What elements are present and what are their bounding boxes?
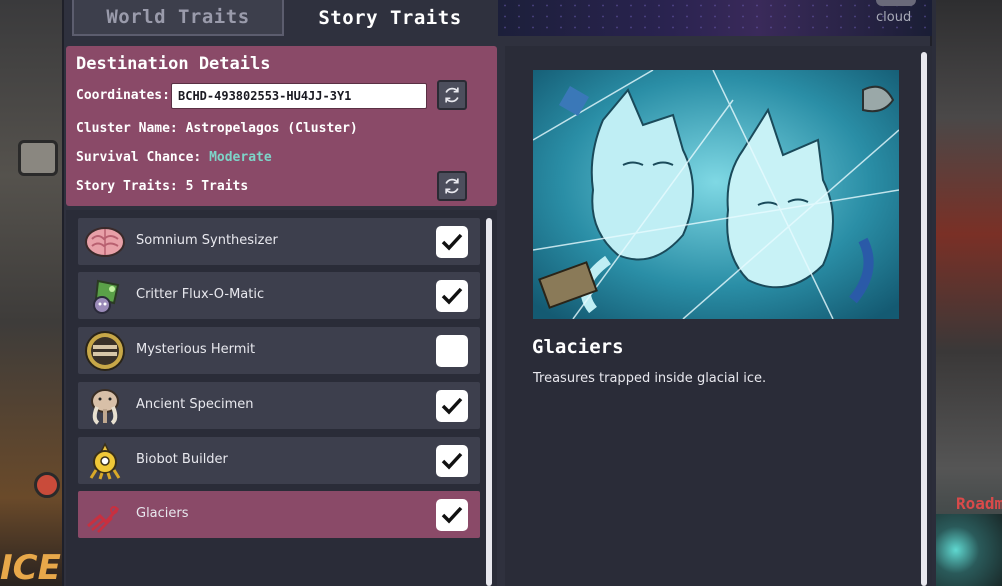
critter-icon [84, 275, 126, 317]
trait-label: Glaciers [136, 506, 189, 521]
traits-list: Somnium Synthesizer Critter Flux-O-Matic [66, 210, 497, 586]
trait-checkbox[interactable] [436, 445, 468, 477]
trait-checkbox[interactable] [436, 499, 468, 531]
checkmark-icon [441, 452, 463, 470]
tab-bar: World Traits Story Traits [72, 0, 500, 36]
cloud-banner: cloud [498, 0, 932, 36]
survival-chance: Survival Chance: Moderate [76, 150, 272, 165]
coordinates-input[interactable]: BCHD-493802553-HU4JJ-3Y1 [171, 83, 427, 109]
trait-checkbox[interactable] [436, 226, 468, 258]
trait-row-ancient-specimen[interactable]: Ancient Specimen [78, 382, 480, 429]
trait-label: Somnium Synthesizer [136, 233, 278, 248]
cloud-label: cloud [876, 10, 912, 25]
glacier-illustration [533, 70, 899, 319]
trait-row-glaciers[interactable]: Glaciers [78, 491, 480, 538]
refresh-icon [445, 87, 459, 103]
background-left: ICE [0, 0, 62, 586]
trait-checkbox[interactable] [436, 280, 468, 312]
refresh-icon [445, 178, 459, 194]
trait-label: Mysterious Hermit [136, 342, 256, 357]
trait-row-critter-flux-o-matic[interactable]: Critter Flux-O-Matic [78, 272, 480, 319]
checkmark-icon [441, 397, 463, 415]
machine-light [34, 472, 60, 498]
banner-starfield [498, 0, 932, 36]
trait-label: Ancient Specimen [136, 397, 254, 412]
brain-icon [84, 221, 126, 263]
trait-label: Critter Flux-O-Matic [136, 287, 265, 302]
trait-checkbox[interactable] [436, 390, 468, 422]
frozen-critters-image [533, 70, 899, 319]
glacier-icon [84, 494, 126, 536]
survival-value: Moderate [209, 150, 272, 165]
cloud-icon[interactable] [876, 0, 916, 6]
trait-checkbox[interactable] [436, 335, 468, 367]
survival-label: Survival Chance: [76, 150, 210, 165]
roadmap-label: Roadm [956, 494, 1002, 513]
traits-scrollbar[interactable] [486, 218, 492, 586]
checkmark-icon [441, 506, 463, 524]
tab-world-traits[interactable]: World Traits [72, 0, 284, 36]
trait-row-mysterious-hermit[interactable]: Mysterious Hermit [78, 327, 480, 374]
biobot-icon [84, 440, 126, 482]
reroll-traits-button[interactable] [437, 171, 467, 201]
tab-story-traits[interactable]: Story Traits [284, 0, 496, 36]
reroll-coordinates-button[interactable] [437, 80, 467, 110]
detail-description: Treasures trapped inside glacial ice. [533, 371, 767, 386]
checkmark-icon [441, 233, 463, 251]
checkmark-icon [441, 287, 463, 305]
trait-detail-panel: Glaciers Treasures trapped inside glacia… [505, 46, 932, 586]
background-right: Roadm [936, 0, 1002, 586]
trait-label: Biobot Builder [136, 452, 228, 467]
destination-details: Destination Details Coordinates: BCHD-49… [66, 46, 497, 206]
story-traits-count: Story Traits: 5 Traits [76, 179, 249, 194]
detail-scrollbar[interactable] [921, 52, 927, 586]
cluster-name: Cluster Name: Astropelagos (Cluster) [76, 121, 358, 136]
detail-title: Glaciers [532, 336, 624, 358]
machine-dial [18, 140, 58, 176]
background-screen [936, 514, 1002, 586]
story-traits-panel: World Traits Story Traits cloud Destinat… [62, 0, 932, 586]
destination-title: Destination Details [76, 54, 271, 74]
background-logo-text: ICE [0, 548, 61, 586]
trait-row-somnium-synthesizer[interactable]: Somnium Synthesizer [78, 218, 480, 265]
hermit-icon [84, 330, 126, 372]
mammoth-icon [84, 385, 126, 427]
trait-row-biobot-builder[interactable]: Biobot Builder [78, 437, 480, 484]
coordinates-label: Coordinates: [76, 88, 170, 103]
